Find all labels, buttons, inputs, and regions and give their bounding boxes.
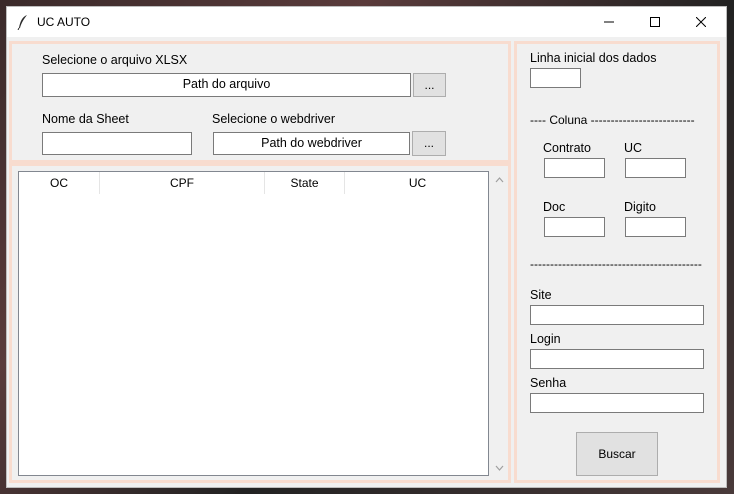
uc-label: UC [624, 141, 643, 155]
site-label: Site [530, 288, 552, 302]
senha-label: Senha [530, 376, 567, 390]
column-header-state[interactable]: State [265, 172, 345, 194]
close-icon [696, 17, 706, 27]
title-bar: UC AUTO [7, 7, 726, 37]
feather-icon [17, 14, 29, 31]
xlsx-path-field[interactable]: Path do arquivo [42, 73, 411, 97]
close-button[interactable] [678, 7, 724, 37]
bottom-separator: ----------------------------------------… [530, 257, 702, 271]
webdriver-label: Selecione o webdriver [212, 112, 335, 126]
table-scrollbar[interactable] [491, 171, 508, 476]
search-button[interactable]: Buscar [576, 432, 658, 476]
column-header-oc[interactable]: OC [19, 172, 100, 194]
login-input[interactable] [530, 349, 704, 369]
results-table[interactable]: OC CPF State UC [18, 171, 489, 476]
table-header: OC CPF State UC [19, 172, 488, 194]
uc-input[interactable] [625, 158, 686, 178]
column-header-uc[interactable]: UC [345, 172, 490, 194]
maximize-icon [650, 17, 660, 27]
sheet-name-input[interactable] [42, 132, 192, 155]
digito-input[interactable] [625, 217, 686, 237]
window-title: UC AUTO [37, 15, 91, 29]
xlsx-browse-button[interactable]: ... [413, 73, 446, 97]
start-line-label: Linha inicial dos dados [530, 51, 657, 65]
site-input[interactable] [530, 305, 704, 325]
minimize-icon [604, 21, 614, 23]
webdriver-browse-button[interactable]: ... [412, 131, 446, 156]
senha-input[interactable] [530, 393, 704, 413]
client-area: Selecione o arquivo XLSX Path do arquivo… [7, 37, 726, 487]
contrato-input[interactable] [544, 158, 605, 178]
app-window: UC AUTO Selecione o arquivo XLSX Path do… [6, 6, 727, 488]
start-line-input[interactable] [530, 68, 581, 88]
scroll-down-button[interactable] [491, 459, 508, 476]
minimize-button[interactable] [586, 7, 632, 37]
column-header-cpf[interactable]: CPF [100, 172, 265, 194]
coluna-separator: ---- Coluna -------------------------- [530, 113, 695, 127]
scroll-up-button[interactable] [491, 171, 508, 188]
contrato-label: Contrato [543, 141, 591, 155]
login-label: Login [530, 332, 561, 346]
chevron-down-icon [495, 465, 504, 471]
xlsx-label: Selecione o arquivo XLSX [42, 53, 188, 67]
maximize-button[interactable] [632, 7, 678, 37]
doc-label: Doc [543, 200, 566, 214]
sheet-name-label: Nome da Sheet [42, 112, 129, 126]
chevron-up-icon [495, 176, 504, 182]
doc-input[interactable] [544, 217, 605, 237]
webdriver-path-field[interactable]: Path do webdriver [213, 132, 410, 155]
digito-label: Digito [624, 200, 656, 214]
